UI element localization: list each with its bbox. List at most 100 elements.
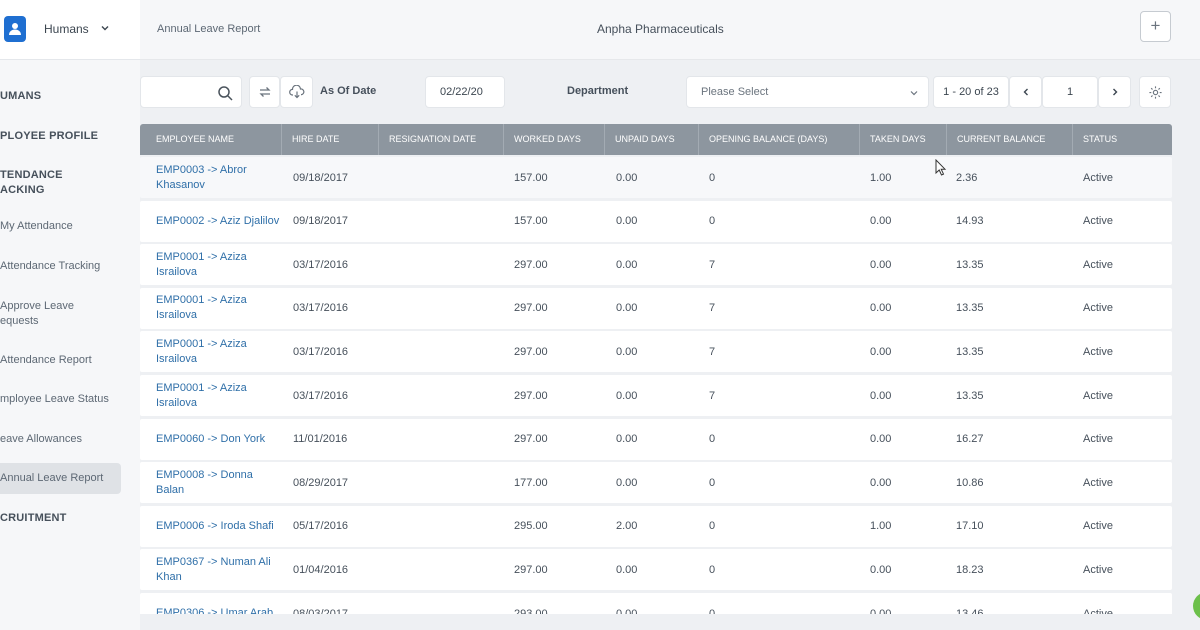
cell-worked-days: 297.00 [514, 563, 548, 576]
cell-hire-date: 08/03/2017 [293, 607, 349, 615]
table-row[interactable]: EMP0003 -> Abror Khasanov 09/18/2017 157.0… [140, 157, 1172, 198]
cell-worked-days: 297.00 [514, 433, 548, 446]
refresh-button[interactable] [249, 76, 280, 108]
sidebar-item[interactable]: Approve Leave equests [0, 299, 140, 329]
table-body: EMP0003 -> Abror Khasanov 09/18/2017 157.0… [140, 157, 1172, 614]
department-select[interactable]: Please Select [686, 76, 929, 108]
top-header: Annual Leave Report Anpha Pharmaceutical… [140, 0, 1200, 60]
cell-taken-days: 0.00 [870, 563, 892, 576]
col-opening-balance[interactable]: OPENING BALANCE (DAYS) [698, 124, 859, 155]
cell-worked-days: 157.00 [514, 215, 548, 228]
cell-taken-days: 1.00 [870, 520, 892, 533]
cell-unpaid-days: 0.00 [616, 171, 638, 184]
sidebar-item[interactable]: Attendance Report [0, 353, 140, 368]
department-value: Please Select [701, 86, 769, 98]
cell-employee-name[interactable]: EMP0001 -> Aziza Israilova [156, 244, 282, 285]
cell-employee-name[interactable]: EMP0060 -> Don York [156, 419, 282, 460]
table-row[interactable]: EMP0001 -> Aziza Israilova 03/17/2016 297.… [140, 375, 1172, 416]
table-row[interactable]: EMP0006 -> Iroda Shafi 05/17/2016 295.00 2.… [140, 505, 1172, 547]
cell-hire-date: 01/04/2016 [293, 563, 349, 576]
cell-worked-days: 297.00 [514, 389, 548, 402]
table-row[interactable]: EMP0008 -> Donna Balan 08/29/2017 177.00 0.… [140, 462, 1172, 504]
cell-worked-days: 295.00 [514, 520, 548, 533]
cell-status: Active [1083, 345, 1113, 358]
cell-hire-date: 11/01/2016 [293, 433, 348, 446]
add-button[interactable]: + [1140, 11, 1171, 42]
cell-current-balance: 14.93 [956, 215, 984, 228]
chevron-left-icon [1023, 88, 1028, 96]
sidebar-item[interactable]: eave Allowances [0, 432, 140, 447]
sync-icon [259, 87, 271, 97]
sidebar-item[interactable]: PLOYEE PROFILE [0, 129, 140, 144]
cell-employee-name[interactable]: EMP0001 -> Aziza Israilova [156, 288, 282, 329]
table-row[interactable]: EMP0367 -> Numan Ali Khan 01/04/2016 297.0… [140, 549, 1172, 591]
cell-employee-name[interactable]: EMP0008 -> Donna Balan [156, 462, 282, 503]
cell-hire-date: 08/29/2017 [293, 476, 349, 489]
col-taken-days[interactable]: TAKEN DAYS [859, 124, 946, 155]
cell-employee-name[interactable]: EMP0001 -> Aziza Israilova [156, 375, 282, 416]
date-input[interactable]: 02/22/20 [425, 76, 505, 108]
cell-hire-date: 03/17/2016 [293, 258, 349, 271]
table-row[interactable]: EMP0060 -> Don York 11/01/2016 297.00 0.00 0… [140, 418, 1172, 460]
table-row[interactable]: EMP0001 -> Aziza Israilova 03/17/2016 297.… [140, 287, 1172, 329]
cell-current-balance: 13.35 [956, 302, 984, 315]
col-unpaid-days[interactable]: UNPAID DAYS [604, 124, 698, 155]
app-switcher[interactable]: Humans [0, 0, 140, 60]
cell-unpaid-days: 0.00 [616, 389, 638, 402]
col-status[interactable]: STATUS [1072, 124, 1172, 155]
cell-opening-balance: 7 [709, 345, 716, 358]
cloud-download-icon [289, 85, 305, 99]
sidebar-item[interactable]: CRUITMENT [0, 511, 140, 526]
cell-unpaid-days: 0.00 [616, 345, 638, 358]
cell-employee-name[interactable]: EMP0006 -> Iroda Shafi [156, 506, 282, 547]
cell-status: Active [1083, 433, 1113, 446]
sidebar-item[interactable]: UMANS [0, 89, 140, 104]
cell-taken-days: 0.00 [870, 258, 892, 271]
col-hire-date[interactable]: HIRE DATE [281, 124, 378, 155]
settings-button[interactable] [1139, 76, 1171, 108]
table-row[interactable]: EMP0306 -> Umar Arab 08/03/2017 293.00 0.00… [140, 593, 1172, 614]
cell-status: Active [1083, 520, 1113, 533]
table-row[interactable]: EMP0002 -> Aziz Djalilov 09/18/2017 157.00… [140, 200, 1172, 242]
search-input[interactable] [140, 76, 242, 108]
cell-current-balance: 13.35 [956, 258, 984, 271]
cell-employee-name[interactable]: EMP0003 -> Abror Khasanov [156, 157, 282, 198]
cell-opening-balance: 7 [709, 389, 716, 402]
sidebar-item[interactable]: Annual Leave Report [0, 463, 121, 494]
cell-taken-days: 0.00 [870, 476, 892, 489]
page-range: 1 - 20 of 23 [933, 76, 1009, 108]
sidebar-item[interactable]: My Attendance [0, 219, 140, 234]
cell-status: Active [1083, 171, 1113, 184]
col-worked-days[interactable]: WORKED DAYS [503, 124, 604, 155]
cell-taken-days: 0.00 [870, 389, 892, 402]
cell-unpaid-days: 0.00 [616, 607, 638, 615]
cell-employee-name[interactable]: EMP0001 -> Aziza Israilova [156, 331, 282, 372]
previous-page-button[interactable] [1009, 76, 1042, 108]
table-row[interactable]: EMP0001 -> Aziza Israilova 03/17/2016 297.… [140, 244, 1172, 286]
cell-unpaid-days: 0.00 [616, 215, 638, 228]
col-resignation-date[interactable]: RESIGNATION DATE [378, 124, 503, 155]
cell-employee-name[interactable]: EMP0306 -> Umar Arab [156, 593, 282, 614]
sidebar-item[interactable]: Attendance Tracking [0, 259, 140, 274]
chevron-down-icon [101, 26, 109, 31]
cell-status: Active [1083, 302, 1113, 315]
cell-taken-days: 0.00 [870, 302, 892, 315]
cell-status: Active [1083, 215, 1113, 228]
col-employee-name[interactable]: EMPLOYEE NAME [140, 124, 281, 155]
table-row[interactable]: EMP0001 -> Aziza Israilova 03/17/2016 297.… [140, 331, 1172, 373]
chevron-right-icon [1113, 88, 1118, 96]
app-name: Humans [44, 22, 89, 36]
download-button[interactable] [280, 76, 313, 108]
cell-opening-balance: 0 [709, 563, 716, 576]
cell-taken-days: 1.00 [870, 171, 892, 184]
cell-hire-date: 05/17/2016 [293, 520, 349, 533]
sidebar-item[interactable]: TENDANCE ACKING [0, 168, 140, 198]
chat-widget-button[interactable] [1193, 592, 1200, 620]
sidebar-item[interactable]: mployee Leave Status [0, 392, 140, 407]
cell-current-balance: 10.86 [956, 476, 984, 489]
cell-employee-name[interactable]: EMP0002 -> Aziz Djalilov [156, 201, 282, 242]
col-current-balance[interactable]: CURRENT BALANCE [946, 124, 1072, 155]
page-number-input[interactable]: 1 [1042, 76, 1098, 108]
cell-employee-name[interactable]: EMP0367 -> Numan Ali Khan [156, 549, 282, 590]
next-page-button[interactable] [1098, 76, 1131, 108]
